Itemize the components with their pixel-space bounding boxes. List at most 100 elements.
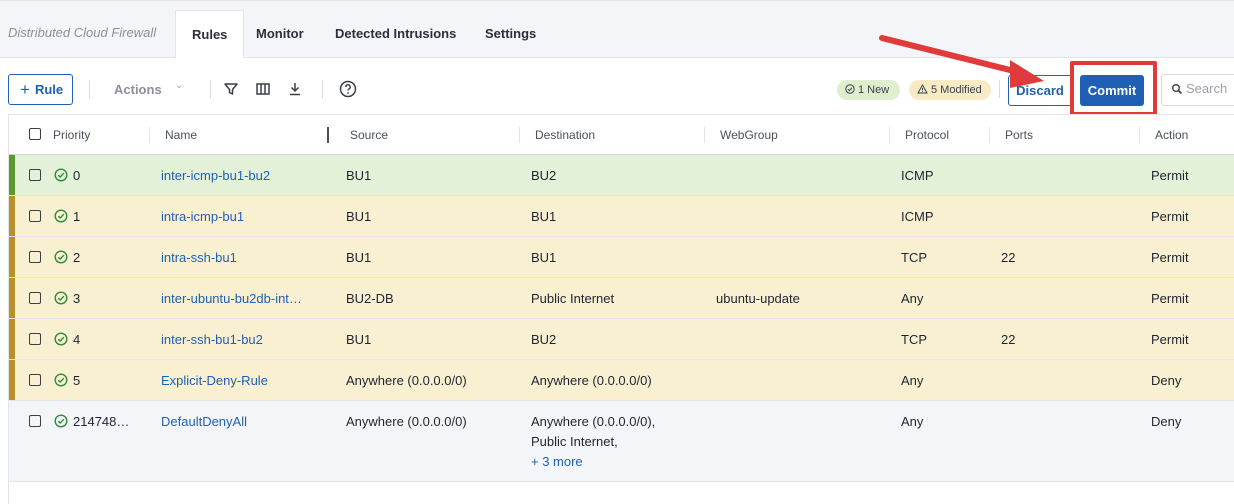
row-checkbox[interactable] — [29, 415, 41, 427]
protocol-cell: ICMP — [901, 209, 934, 224]
row-checkbox[interactable] — [29, 169, 41, 181]
action-cell: Permit — [1151, 332, 1189, 347]
download-icon[interactable] — [286, 80, 304, 98]
priority-cell: 4 — [73, 332, 81, 347]
modified-row-marker — [9, 360, 15, 400]
columns-icon[interactable] — [254, 80, 272, 98]
select-all-checkbox[interactable] — [29, 128, 41, 140]
action-cell: Deny — [1151, 414, 1182, 429]
column-header-source[interactable]: Source — [350, 128, 388, 142]
priority-cell: 0 — [73, 168, 81, 183]
status-ok-icon — [54, 414, 68, 428]
search-field[interactable] — [1161, 74, 1234, 106]
priority-cell: 2 — [73, 250, 81, 265]
column-header-destination[interactable]: Destination — [535, 128, 595, 142]
protocol-cell: Any — [901, 373, 924, 388]
modified-row-marker — [9, 278, 15, 318]
callout-arrow-icon — [879, 35, 1044, 88]
action-cell: Permit — [1151, 209, 1189, 224]
rule-name-link[interactable]: inter-icmp-bu1-bu2 — [161, 168, 270, 183]
destination-line: Anywhere (0.0.0.0/0), — [531, 414, 656, 429]
column-header-ports[interactable]: Ports — [1005, 128, 1033, 142]
column-header-action[interactable]: Action — [1155, 128, 1188, 142]
protocol-cell: Any — [901, 414, 924, 429]
priority-cell: 1 — [73, 209, 81, 224]
filter-icon[interactable] — [222, 80, 240, 98]
destination-cell: BU2 — [531, 332, 557, 347]
modified-row-marker — [9, 237, 15, 277]
source-cell: BU1 — [346, 168, 372, 183]
toolbar-divider — [89, 80, 90, 98]
table-row[interactable]: 1 intra-icmp-bu1 BU1 BU1 ICMP Permit — [9, 196, 1234, 237]
action-cell: Permit — [1151, 291, 1189, 306]
column-divider — [704, 127, 705, 143]
protocol-cell: ICMP — [901, 168, 934, 183]
new-row-marker — [9, 155, 15, 195]
action-cell: Permit — [1151, 250, 1189, 265]
rule-name-link[interactable]: intra-icmp-bu1 — [161, 209, 244, 224]
rule-name-link[interactable]: DefaultDenyAll — [161, 414, 247, 429]
table-header: Priority Name Source Destination WebGrou… — [9, 115, 1234, 155]
status-ok-icon — [54, 291, 68, 305]
action-cell: Permit — [1151, 168, 1189, 183]
table-row[interactable]: 4 inter-ssh-bu1-bu2 BU1 BU2 TCP 22 Permi… — [9, 319, 1234, 360]
tab-rules[interactable]: Rules — [175, 10, 245, 60]
status-ok-icon — [54, 332, 68, 346]
tab-detected-intrusions[interactable]: Detected Intrusions — [319, 10, 472, 59]
commit-highlight-box — [1070, 61, 1157, 116]
row-checkbox[interactable] — [29, 210, 41, 222]
protocol-cell: TCP — [901, 332, 927, 347]
show-more-destinations-link[interactable]: + 3 more — [531, 454, 583, 469]
rule-name-link[interactable]: inter-ubuntu-bu2db-int… — [161, 291, 302, 306]
destination-cell: Anywhere (0.0.0.0/0) — [531, 373, 652, 388]
tab-monitor[interactable]: Monitor — [240, 10, 320, 59]
actions-dropdown[interactable]: Actions — [114, 82, 162, 97]
protocol-cell: TCP — [901, 250, 927, 265]
column-resize-handle[interactable] — [327, 127, 329, 143]
table-row[interactable]: 5 Explicit-Deny-Rule Anywhere (0.0.0.0/0… — [9, 360, 1234, 401]
webgroup-cell: ubuntu-update — [716, 291, 800, 306]
rule-name-link[interactable]: intra-ssh-bu1 — [161, 250, 237, 265]
destination-cell: BU2 — [531, 168, 557, 183]
tab-settings[interactable]: Settings — [469, 10, 552, 59]
destination-line: Public Internet, — [531, 434, 618, 449]
column-header-priority[interactable]: Priority — [53, 128, 90, 142]
app-title: Distributed Cloud Firewall — [8, 25, 157, 40]
status-ok-icon — [54, 168, 68, 182]
status-ok-icon — [54, 209, 68, 223]
row-checkbox[interactable] — [29, 292, 41, 304]
add-rule-label: Rule — [34, 82, 64, 97]
ports-cell: 22 — [1001, 332, 1016, 347]
column-header-webgroup[interactable]: WebGroup — [720, 128, 778, 142]
column-divider — [1139, 127, 1140, 143]
table-row[interactable]: 3 inter-ubuntu-bu2db-int… BU2-DB Public … — [9, 278, 1234, 319]
help-icon[interactable] — [339, 80, 357, 98]
rules-table: Priority Name Source Destination WebGrou… — [8, 114, 1234, 504]
modified-row-marker — [9, 196, 15, 236]
source-cell: Anywhere (0.0.0.0/0) — [346, 373, 467, 388]
source-cell: BU2-DB — [346, 291, 394, 306]
modified-row-marker — [9, 319, 15, 359]
column-header-name[interactable]: Name — [165, 128, 197, 142]
add-rule-button[interactable]: + Rule — [8, 74, 73, 105]
table-row[interactable]: 2 intra-ssh-bu1 BU1 BU1 TCP 22 Permit — [9, 237, 1234, 278]
search-input[interactable] — [1186, 81, 1234, 96]
row-checkbox[interactable] — [29, 333, 41, 345]
rule-name-link[interactable]: inter-ssh-bu1-bu2 — [161, 332, 263, 347]
priority-cell: 5 — [73, 373, 81, 388]
destination-cell: BU1 — [531, 209, 557, 224]
row-checkbox[interactable] — [29, 251, 41, 263]
row-checkbox[interactable] — [29, 374, 41, 386]
table-row[interactable]: 214748… DefaultDenyAll Anywhere (0.0.0.0… — [9, 401, 1234, 482]
toolbar-divider — [322, 80, 323, 98]
column-divider — [889, 127, 890, 143]
check-circle-icon — [845, 84, 855, 94]
source-cell: BU1 — [346, 209, 372, 224]
action-cell: Deny — [1151, 373, 1182, 388]
table-row[interactable]: 0 inter-icmp-bu1-bu2 BU1 BU2 ICMP Permit — [9, 155, 1234, 196]
priority-cell: 3 — [73, 291, 81, 306]
column-header-protocol[interactable]: Protocol — [905, 128, 949, 142]
priority-cell: 214748… — [73, 414, 130, 429]
ports-cell: 22 — [1001, 250, 1016, 265]
rule-name-link[interactable]: Explicit-Deny-Rule — [161, 373, 268, 388]
